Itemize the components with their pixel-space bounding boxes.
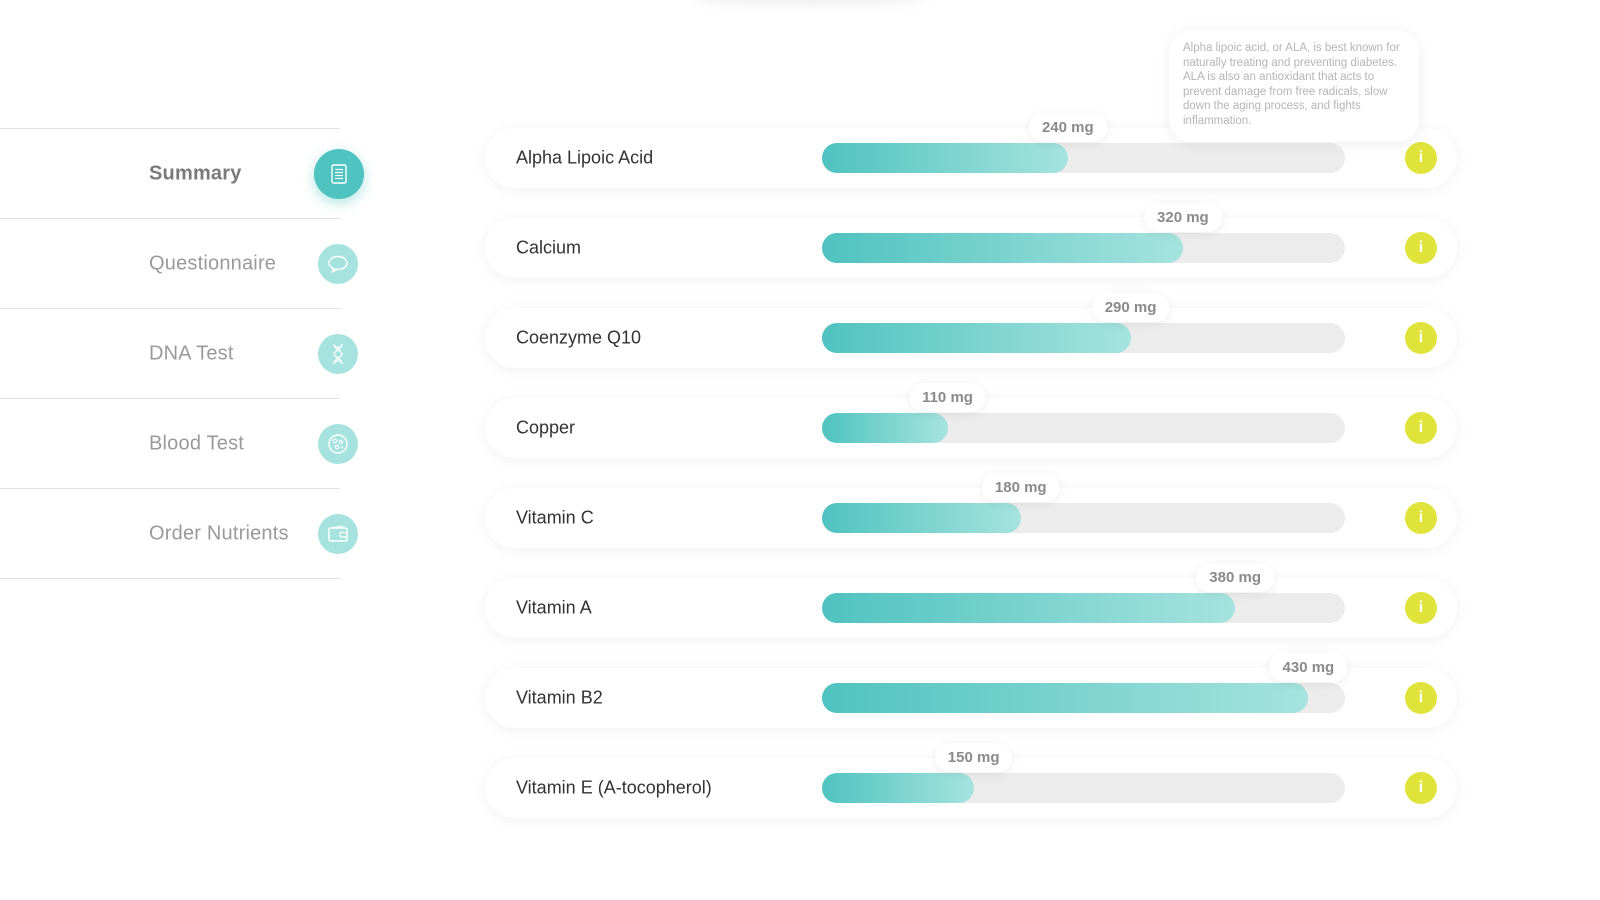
nutrient-amount-badge: 320 mg — [1144, 203, 1222, 232]
sidebar-item-label: Order Nutrients — [149, 522, 289, 544]
nutrient-name: Vitamin A — [516, 597, 592, 618]
sidebar-item-label: Questionnaire — [149, 252, 277, 274]
nutrient-amount-badge: 150 mg — [934, 743, 1013, 772]
nutrient-progress-fill — [822, 683, 1309, 713]
nutrient-name: Calcium — [516, 237, 582, 258]
nutrient-progress-track: 290 mg — [822, 293, 1345, 353]
nutrient-progress-fill — [822, 233, 1183, 263]
sidebar-item-blood-test[interactable]: Blood Test — [0, 398, 358, 488]
info-button[interactable]: i — [1405, 142, 1437, 174]
nutrient-progress-track: 430 mg — [822, 653, 1348, 713]
info-button[interactable]: i — [1405, 682, 1437, 714]
sidebar-item-questionnaire[interactable]: Questionnaire — [0, 218, 358, 308]
nutrient-name: Alpha Lipoic Acid — [516, 147, 654, 168]
nutrient-name: Vitamin B2 — [516, 687, 603, 708]
blood-cell-icon — [318, 423, 358, 464]
nutrient-row-vitamin-c: Vitamin C 180 mg i — [485, 473, 1457, 548]
nutrient-progress-track: 150 mg — [822, 743, 1345, 803]
nutrient-progress-track: 180 mg — [822, 473, 1345, 533]
nutrient-info-tooltip: Alpha lipoic acid, or ALA, is best known… — [1169, 30, 1419, 142]
info-button[interactable]: i — [1405, 412, 1437, 444]
nutrient-amount-badge: 180 mg — [981, 473, 1060, 502]
nutrient-name: Copper — [516, 417, 576, 438]
nutrient-row-vitamin-e: Vitamin E (A-tocopherol) 150 mg i — [485, 743, 1457, 818]
sidebar-nav: Summary Questionnaire DNA Test Blood Tes… — [0, 128, 364, 579]
nutrient-row-copper: Copper 110 mg i — [485, 383, 1457, 458]
nutrient-progress-fill — [822, 413, 948, 443]
nutrient-progress-fill — [822, 773, 974, 803]
nutrient-amount-badge: 290 mg — [1091, 293, 1170, 322]
sidebar-item-label: DNA Test — [149, 342, 234, 364]
dna-icon — [318, 333, 358, 374]
nutrient-row-vitamin-a: Vitamin A 380 mg i — [485, 563, 1457, 638]
nutrient-progress-track: 380 mg — [822, 563, 1345, 623]
nutrient-amount-badge: 110 mg — [909, 383, 986, 412]
nutrient-progress-fill — [822, 503, 1021, 533]
sidebar-item-dna-test[interactable]: DNA Test — [0, 308, 358, 398]
nutrient-row-vitamin-b2: Vitamin B2 430 mg i — [485, 653, 1457, 728]
nutrient-progress-fill — [822, 593, 1236, 623]
info-button[interactable]: i — [1405, 502, 1437, 534]
nutrient-name: Vitamin C — [516, 507, 594, 528]
sidebar-item-summary[interactable]: Summary — [0, 128, 364, 218]
info-button[interactable]: i — [1405, 232, 1437, 264]
nutrient-amount-badge: 240 mg — [1028, 113, 1107, 142]
sidebar-item-label: Blood Test — [149, 432, 245, 454]
document-icon — [314, 148, 364, 199]
nutrient-amount-badge: 380 mg — [1196, 563, 1275, 592]
sidebar-item-label: Summary — [149, 162, 242, 184]
nutrient-row-calcium: Calcium 320 mg i — [485, 203, 1457, 278]
nutrient-name: Coenzyme Q10 — [516, 327, 642, 348]
nutrient-amount-badge: 430 mg — [1269, 653, 1348, 682]
nutrient-progress-track: 240 mg — [822, 113, 1345, 173]
info-button[interactable]: i — [1405, 322, 1437, 354]
wallet-icon — [318, 513, 358, 554]
nutrient-list: Alpha Lipoic Acid 240 mg i Calcium 320 m… — [485, 113, 1457, 848]
nutrient-name: Vitamin E (A-tocopherol) — [516, 777, 712, 798]
info-button[interactable]: i — [1405, 592, 1437, 624]
info-button[interactable]: i — [1405, 772, 1437, 804]
nutrient-progress-fill — [822, 323, 1131, 353]
nutrient-progress-fill — [822, 143, 1068, 173]
nutrient-progress-track: 110 mg — [822, 383, 1345, 443]
nutrient-progress-track: 320 mg — [822, 203, 1345, 263]
app-page: Summary Questionnaire DNA Test Blood Tes… — [0, 0, 1600, 900]
sidebar-item-order-nutrients[interactable]: Order Nutrients — [0, 488, 358, 579]
nutrient-row-coenzyme-q10: Coenzyme Q10 290 mg i — [485, 293, 1457, 368]
speech-bubble-icon — [318, 243, 358, 284]
